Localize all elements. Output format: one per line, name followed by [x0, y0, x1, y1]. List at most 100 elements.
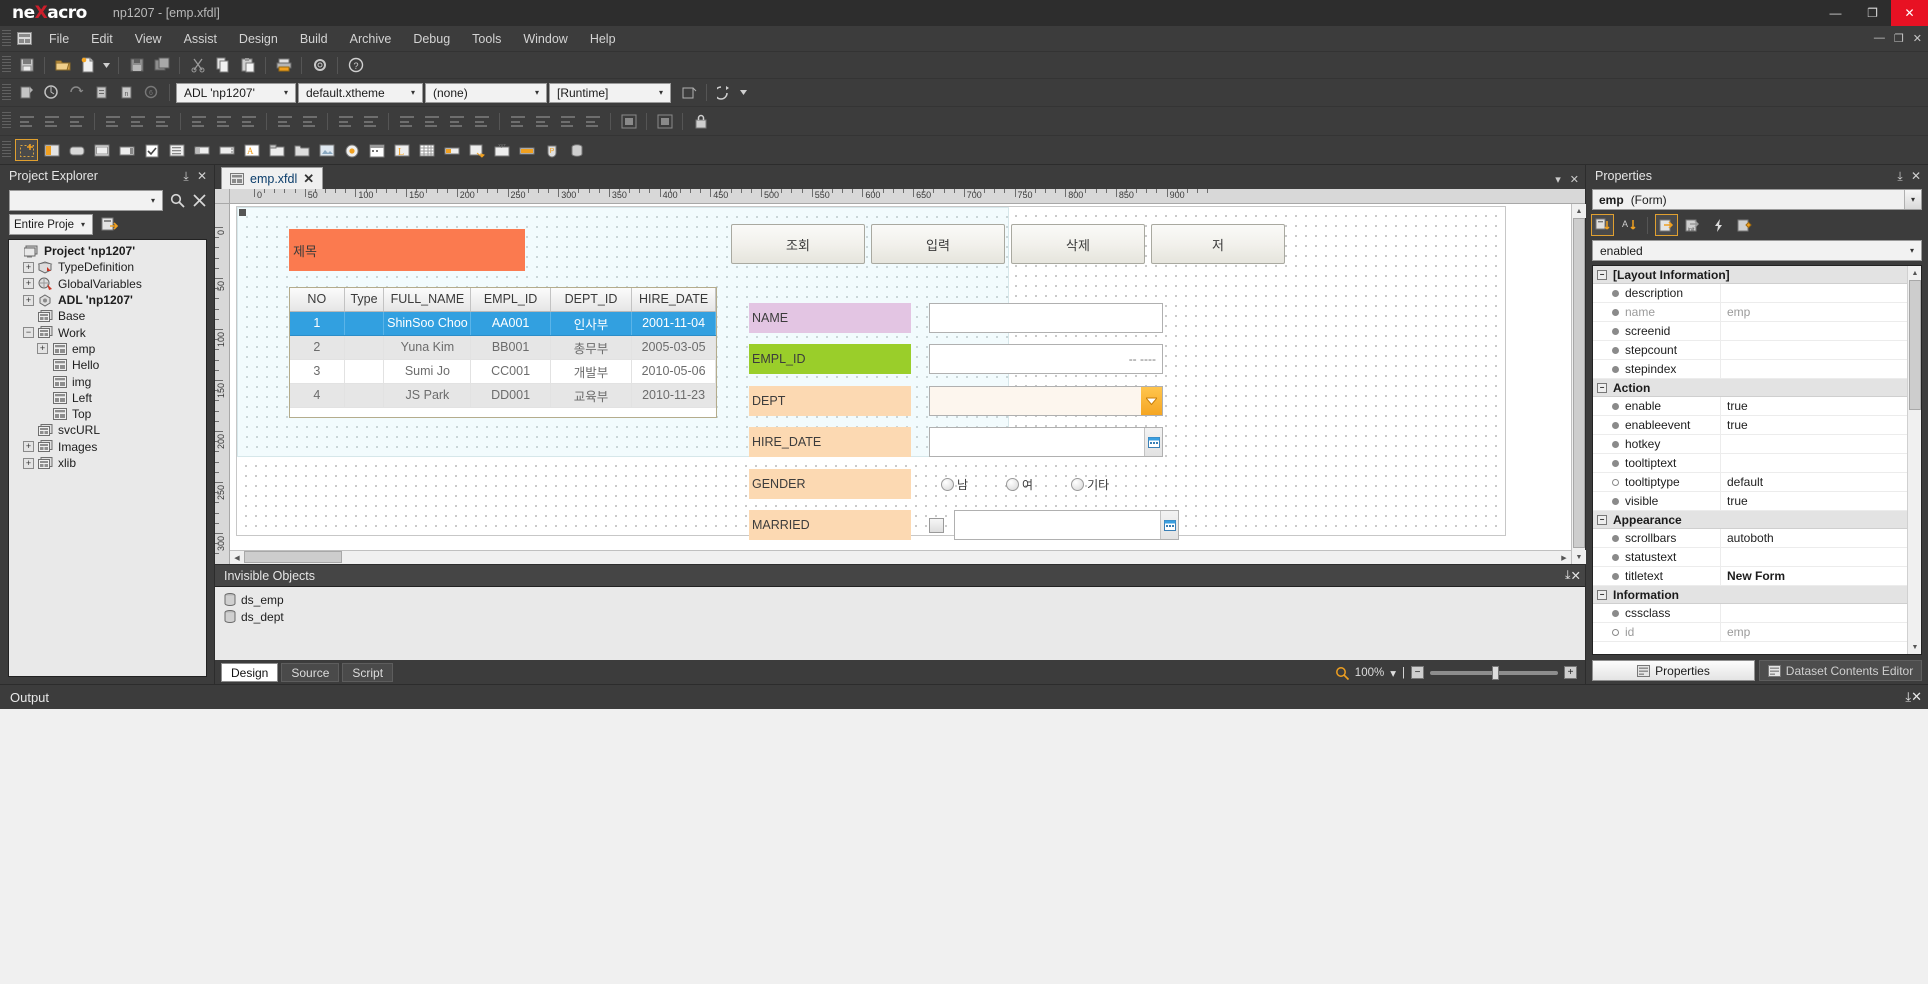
generate-icon[interactable] — [15, 82, 38, 104]
run-app-icon[interactable]: n — [115, 82, 138, 104]
radio-icon[interactable] — [340, 139, 363, 161]
deploy-icon[interactable] — [90, 82, 113, 104]
group-expander[interactable]: − — [1597, 269, 1607, 280]
tab-emp-xfdl[interactable]: emp.xfdl ✕ — [221, 167, 324, 189]
married-field-control[interactable] — [929, 510, 1179, 540]
tree-node-img[interactable]: img — [9, 373, 206, 389]
property-group-header[interactable]: − [Layout Information] — [1593, 266, 1907, 284]
menu-item-tools[interactable]: Tools — [461, 29, 512, 49]
emplid-field-control[interactable]: -- ---- — [929, 344, 1163, 374]
menu-item-archive[interactable]: Archive — [339, 29, 403, 49]
fit-to-content-icon[interactable] — [359, 110, 382, 132]
table-cell[interactable]: 개발부 — [550, 359, 633, 384]
married-date-input[interactable] — [954, 510, 1179, 540]
tree-node-images[interactable]: + Images — [9, 439, 206, 455]
group-expander[interactable]: − — [1597, 589, 1607, 600]
grid-toggle-icon[interactable] — [653, 110, 676, 132]
show-initial-values-icon[interactable]: init — [1681, 214, 1704, 236]
close-icon[interactable]: ✕ — [1911, 689, 1922, 705]
calendar-icon[interactable] — [1144, 428, 1162, 456]
tree-node-typedefinition[interactable]: + TypeDefinition — [9, 259, 206, 275]
radio-icon[interactable] — [1006, 477, 1020, 491]
gear-icon[interactable] — [308, 54, 331, 76]
runtime-combo[interactable]: [Runtime] ▾ — [549, 82, 671, 103]
chevron-down-icon[interactable]: ▾ — [1905, 246, 1919, 255]
rebuild-icon[interactable] — [65, 82, 88, 104]
grid-column-header[interactable]: Type — [344, 288, 385, 312]
property-value[interactable]: default — [1721, 473, 1907, 491]
menu-item-build[interactable]: Build — [289, 29, 339, 49]
list-item[interactable]: ds_emp — [215, 591, 1585, 608]
progress-orange-icon[interactable] — [515, 139, 538, 161]
align-right-icon[interactable] — [65, 110, 88, 132]
spin-icon[interactable] — [215, 139, 238, 161]
table-cell[interactable] — [344, 311, 385, 336]
menu-item-assist[interactable]: Assist — [173, 29, 228, 49]
vscroll-up-arrow[interactable]: ▲ — [1572, 204, 1586, 218]
group-expander[interactable]: − — [1597, 514, 1607, 525]
save-all-icon[interactable] — [125, 54, 148, 76]
mdi-restore[interactable]: ❐ — [1894, 32, 1904, 45]
calendar-icon[interactable] — [365, 139, 388, 161]
table-cell[interactable]: 2010-05-06 — [631, 359, 716, 384]
tab-area-close-icon[interactable]: ✕ — [1570, 173, 1579, 186]
checkbox-icon[interactable] — [140, 139, 163, 161]
chevron-down-icon[interactable]: ▾ — [279, 88, 293, 97]
property-row[interactable]: scrollbars autoboth — [1593, 529, 1907, 548]
toolbar-grip-4[interactable] — [2, 141, 11, 159]
gender-field-option-1[interactable]: 여 — [1006, 476, 1033, 493]
search-input[interactable]: ▾ — [9, 190, 163, 211]
chevron-down-icon[interactable]: ▾ — [530, 88, 544, 97]
property-value[interactable]: emp — [1721, 623, 1907, 641]
table-cell[interactable]: 2 — [290, 335, 345, 360]
property-row[interactable]: tooltiptype default — [1593, 473, 1907, 492]
bring-to-front-icon[interactable] — [395, 110, 418, 132]
property-value[interactable] — [1721, 341, 1907, 359]
vscroll-down-arrow[interactable]: ▼ — [1572, 550, 1586, 564]
zoom-slider-thumb[interactable] — [1492, 665, 1499, 680]
property-row[interactable]: description — [1593, 284, 1907, 303]
new-file-dropdown-icon[interactable] — [101, 54, 112, 76]
chevron-down-icon[interactable]: ▾ — [76, 220, 90, 229]
tree-node-project-np1207-[interactable]: Project 'np1207' — [9, 243, 206, 259]
property-row[interactable]: cssclass — [1593, 604, 1907, 623]
combo-icon[interactable] — [115, 139, 138, 161]
property-row[interactable]: titletext New Form — [1593, 567, 1907, 586]
property-row[interactable]: statustext — [1593, 548, 1907, 567]
delete-button[interactable]: 삭제 — [1011, 224, 1145, 264]
table-cell[interactable] — [344, 335, 385, 360]
property-row[interactable]: stepindex — [1593, 360, 1907, 379]
chevron-down-icon[interactable]: ▾ — [654, 88, 668, 97]
pin-icon[interactable]: ⤓ — [178, 169, 194, 184]
gender-field-option-2[interactable]: 기타 — [1071, 476, 1109, 493]
calendar-icon[interactable] — [1160, 511, 1178, 539]
property-value[interactable]: autoboth — [1721, 529, 1907, 547]
toolbar-grip-3[interactable] — [2, 112, 11, 130]
tree-node-base[interactable]: Base — [9, 308, 206, 324]
toolbar-grip-1[interactable] — [2, 56, 11, 74]
tab-list-dropdown-icon[interactable]: ▾ — [1555, 173, 1561, 186]
tree-node-work[interactable]: − Work — [9, 324, 206, 340]
build-all-icon[interactable] — [40, 82, 63, 104]
menu-item-debug[interactable]: Debug — [402, 29, 461, 49]
table-cell[interactable]: JS Park — [383, 383, 472, 408]
tree-node-hello[interactable]: Hello — [9, 357, 206, 373]
menu-item-view[interactable]: View — [124, 29, 173, 49]
table-cell[interactable]: 인사부 — [550, 311, 633, 336]
align-center-h-icon[interactable] — [40, 110, 63, 132]
view-tab-design[interactable]: Design — [221, 663, 279, 682]
property-group-header[interactable]: − Appearance — [1593, 511, 1907, 529]
property-value[interactable]: true — [1721, 397, 1907, 415]
search-button[interactable]: 조회 — [731, 224, 865, 264]
lock-layout-icon[interactable] — [506, 110, 529, 132]
bottom-tab-properties[interactable]: Properties — [1592, 660, 1755, 681]
grid-column-header[interactable]: HIRE_DATE — [631, 288, 716, 312]
table-cell[interactable]: Yuna Kim — [383, 335, 472, 360]
zoom-out-button[interactable]: − — [1411, 666, 1424, 679]
none-combo[interactable]: (none) ▾ — [425, 82, 547, 103]
size-to-grid-icon[interactable] — [334, 110, 357, 132]
property-row[interactable]: stepcount — [1593, 341, 1907, 360]
property-value[interactable]: emp — [1721, 303, 1907, 321]
tree-node-adl-np1207-[interactable]: + ADL 'np1207' — [9, 292, 206, 308]
table-cell[interactable]: 총무부 — [550, 335, 633, 360]
